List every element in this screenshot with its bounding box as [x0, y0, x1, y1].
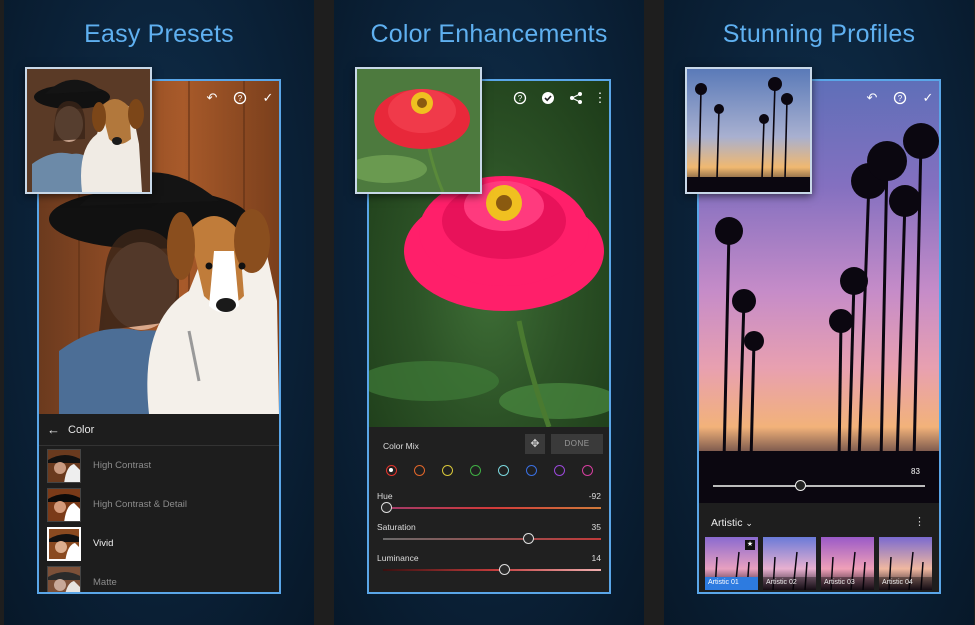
- swatch-purple[interactable]: [554, 465, 565, 476]
- swatch-green[interactable]: [470, 465, 481, 476]
- color-mix-title: Color Mix: [383, 441, 419, 451]
- profile-amount-slider-track[interactable]: [713, 485, 925, 487]
- swatch-aqua[interactable]: [498, 465, 509, 476]
- preset-thumbnail: [47, 565, 81, 592]
- swatch-red[interactable]: [386, 465, 397, 476]
- panel-title: Easy Presets: [84, 20, 234, 48]
- back-arrow-icon[interactable]: ←: [47, 422, 60, 437]
- chevron-down-icon: ⌄: [745, 518, 753, 528]
- done-button[interactable]: DONE: [551, 434, 603, 454]
- preset-thumbnail: [47, 487, 81, 522]
- profile-label: Artistic 01: [705, 577, 758, 590]
- more-options-icon[interactable]: ⋮: [914, 515, 925, 528]
- luminance-label: Luminance: [377, 553, 419, 563]
- profile-group-dropdown[interactable]: Artistic ⌄: [711, 517, 753, 529]
- panel-stunning-profiles: Stunning Profiles ↶ ? ✓ 83 Artistic ⌄ ⋮ …: [664, 0, 974, 625]
- profile-amount-slider-handle[interactable]: [795, 480, 806, 491]
- checkmark-icon[interactable]: ✓: [921, 91, 935, 105]
- before-photo-thumbnail: [355, 67, 482, 194]
- svg-text:?: ?: [518, 94, 523, 103]
- profile-group-label: Artistic: [711, 517, 743, 529]
- preset-label: Vivid: [93, 538, 114, 549]
- swatch-blue[interactable]: [526, 465, 537, 476]
- preset-item[interactable]: High Contrast: [39, 446, 279, 485]
- hue-value: -92: [588, 491, 601, 501]
- hue-slider-handle[interactable]: [381, 502, 392, 513]
- svg-text:?: ?: [238, 94, 243, 103]
- preset-item[interactable]: Matte: [39, 563, 279, 592]
- help-icon[interactable]: ?: [233, 91, 247, 105]
- swatch-yellow[interactable]: [442, 465, 453, 476]
- profile-label: Artistic 02: [763, 577, 816, 590]
- swatch-magenta[interactable]: [582, 465, 593, 476]
- panel-color-enhancements: Color Enhancements ? ⋮ Color Mix ✥ DONE …: [334, 0, 644, 625]
- checkmark-icon[interactable]: ✓: [261, 91, 275, 105]
- share-icon[interactable]: [569, 91, 583, 105]
- presets-category-label: Color: [68, 423, 95, 436]
- preset-label: High Contrast: [93, 460, 152, 471]
- targeted-adjustment-icon[interactable]: ✥: [525, 434, 545, 454]
- saturation-slider-handle[interactable]: [523, 533, 534, 544]
- help-icon[interactable]: ?: [513, 91, 527, 105]
- preset-thumbnail: [47, 448, 81, 483]
- color-mix-panel: Color Mix ✥ DONE Hue -92 Saturation 35 L…: [369, 427, 609, 592]
- swatch-orange[interactable]: [414, 465, 425, 476]
- check-circle-icon[interactable]: [541, 91, 555, 105]
- more-options-icon[interactable]: ⋮: [593, 91, 607, 105]
- profile-tile[interactable]: Artistic 04: [879, 537, 932, 590]
- profile-amount-value: 83: [911, 467, 920, 476]
- profile-tile[interactable]: Artistic 02: [763, 537, 816, 590]
- favorite-star-icon[interactable]: ★: [745, 540, 755, 550]
- panel-easy-presets: Easy Presets ↶ ? ✓ ← Color High Contrast…: [4, 0, 314, 625]
- before-photo-thumbnail: [25, 67, 152, 194]
- profile-tile[interactable]: Artistic 03: [821, 537, 874, 590]
- presets-menu: ← Color High Contrast High Contrast & De…: [39, 414, 279, 592]
- saturation-label: Saturation: [377, 522, 416, 532]
- preset-label: High Contrast & Detail: [93, 499, 187, 510]
- profiles-browser: Artistic ⌄ ⋮ ★ Artistic 01 Artistic 02 A…: [699, 503, 939, 592]
- svg-text:?: ?: [898, 94, 903, 103]
- undo-icon[interactable]: ↶: [865, 91, 879, 105]
- presets-header: ← Color: [39, 414, 279, 446]
- panel-title: Color Enhancements: [370, 20, 608, 48]
- preset-item[interactable]: High Contrast & Detail: [39, 485, 279, 524]
- before-photo-thumbnail: [685, 67, 812, 194]
- profile-tile[interactable]: ★ Artistic 01: [705, 537, 758, 590]
- profile-label: Artistic 03: [821, 577, 874, 590]
- profile-label: Artistic 04: [879, 577, 932, 590]
- luminance-slider-track[interactable]: [383, 569, 601, 571]
- saturation-slider-track[interactable]: [383, 538, 601, 540]
- hue-label: Hue: [377, 491, 393, 501]
- hue-slider-track[interactable]: [383, 507, 601, 509]
- preset-item-selected[interactable]: Vivid: [39, 524, 279, 563]
- undo-icon[interactable]: ↶: [205, 91, 219, 105]
- luminance-value: 14: [591, 553, 601, 563]
- preset-thumbnail: [47, 526, 81, 561]
- help-icon[interactable]: ?: [893, 91, 907, 105]
- panel-title: Stunning Profiles: [722, 20, 916, 48]
- preset-label: Matte: [93, 577, 117, 588]
- luminance-slider-handle[interactable]: [499, 564, 510, 575]
- saturation-value: 35: [591, 522, 601, 532]
